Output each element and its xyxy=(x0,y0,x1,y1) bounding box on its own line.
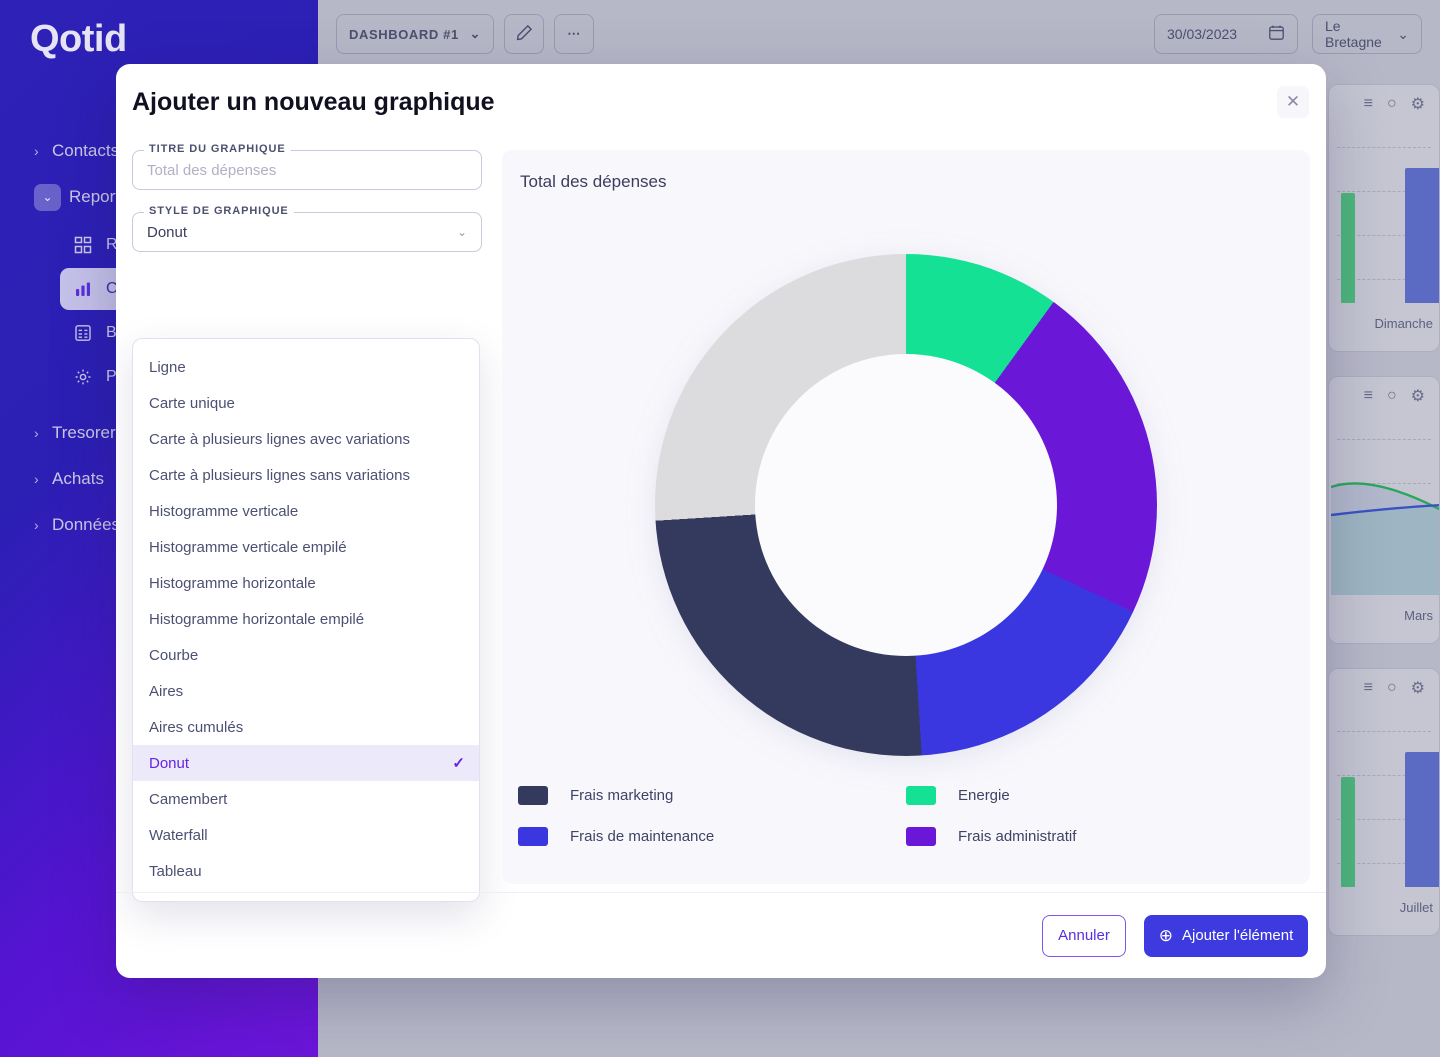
dropdown-option-label: Donut xyxy=(149,755,189,772)
chart-form: TITRE DU GRAPHIQUE Total des dépenses ST… xyxy=(132,150,482,274)
chart-legend: Frais marketing Energie Frais de maintenan… xyxy=(518,786,1294,846)
dropdown-option[interactable]: Aires cumulés xyxy=(133,709,479,745)
dropdown-option[interactable]: Waterfall xyxy=(133,817,479,853)
chart-style-select[interactable]: Donut ⌄ xyxy=(132,212,482,252)
modal-body: TITRE DU GRAPHIQUE Total des dépenses ST… xyxy=(116,150,1326,892)
chart-style-field: STYLE DE GRAPHIQUE Donut ⌄ xyxy=(132,212,482,252)
legend-swatch xyxy=(906,786,936,805)
dropdown-option-label: Camembert xyxy=(149,791,227,808)
dropdown-option-label: Carte à plusieurs lignes avec variations xyxy=(149,431,410,448)
dropdown-option[interactable]: Carte à plusieurs lignes sans variations xyxy=(133,457,479,493)
modal-footer: Annuler ⊕ Ajouter l'élément xyxy=(116,892,1326,978)
legend-swatch xyxy=(906,827,936,846)
chart-title-placeholder: Total des dépenses xyxy=(147,162,276,179)
legend-label: Energie xyxy=(958,787,1010,804)
chart-style-dropdown[interactable]: Ligne Carte unique Carte à plusieurs ligne… xyxy=(132,338,480,902)
dropdown-option[interactable]: Carte à plusieurs lignes avec variations xyxy=(133,421,479,457)
dropdown-option[interactable]: Carte unique xyxy=(133,385,479,421)
dropdown-option-label: Carte unique xyxy=(149,395,235,412)
preview-title: Total des dépenses xyxy=(520,172,667,192)
legend-item: Frais de maintenance xyxy=(518,827,906,846)
legend-swatch xyxy=(518,786,548,805)
dropdown-option[interactable]: Histogramme verticale xyxy=(133,493,479,529)
legend-label: Frais de maintenance xyxy=(570,828,714,845)
dropdown-option[interactable]: Histogramme horizontale xyxy=(133,565,479,601)
legend-item: Frais administratif xyxy=(906,827,1294,846)
donut-chart xyxy=(655,254,1157,756)
chart-preview-panel: Total des dépenses Frais marketing Energi… xyxy=(502,150,1310,884)
dropdown-option[interactable]: Histogramme verticale empilé xyxy=(133,529,479,565)
check-icon: ✓ xyxy=(452,754,465,772)
chart-style-legend: STYLE DE GRAPHIQUE xyxy=(144,205,294,217)
dropdown-option[interactable]: Aires xyxy=(133,673,479,709)
dropdown-option[interactable]: Tableau xyxy=(133,853,479,889)
legend-label: Frais marketing xyxy=(570,787,673,804)
close-icon[interactable]: ✕ xyxy=(1277,86,1309,118)
dropdown-option-label: Histogramme verticale empilé xyxy=(149,539,347,556)
chart-style-value: Donut xyxy=(147,224,187,241)
dropdown-option[interactable]: Camembert xyxy=(133,781,479,817)
chart-title-legend: TITRE DU GRAPHIQUE xyxy=(144,143,291,155)
app-root: Qotid › Contacts ⌄ Reporting xyxy=(0,0,1440,1057)
dropdown-option-label: Aires cumulés xyxy=(149,719,243,736)
modal-title: Ajouter un nouveau graphique xyxy=(132,88,495,117)
legend-label: Frais administratif xyxy=(958,828,1076,845)
dropdown-option-label: Courbe xyxy=(149,647,198,664)
legend-swatch xyxy=(518,827,548,846)
dropdown-option-label: Tableau xyxy=(149,863,202,880)
dropdown-option-label: Carte à plusieurs lignes sans variations xyxy=(149,467,410,484)
chart-title-input[interactable]: Total des dépenses xyxy=(132,150,482,190)
dropdown-option-label: Histogramme horizontale empilé xyxy=(149,611,364,628)
chart-title-field: TITRE DU GRAPHIQUE Total des dépenses xyxy=(132,150,482,190)
dropdown-option-label: Histogramme horizontale xyxy=(149,575,316,592)
cancel-button[interactable]: Annuler xyxy=(1042,915,1126,957)
legend-item: Frais marketing xyxy=(518,786,906,805)
dropdown-option-label: Waterfall xyxy=(149,827,208,844)
dropdown-option[interactable]: Courbe xyxy=(133,637,479,673)
chevron-down-icon: ⌄ xyxy=(457,225,467,239)
legend-item: Energie xyxy=(906,786,1294,805)
add-element-button[interactable]: ⊕ Ajouter l'élément xyxy=(1144,915,1308,957)
dropdown-option-label: Ligne xyxy=(149,359,186,376)
add-chart-modal: Ajouter un nouveau graphique ✕ TITRE DU … xyxy=(116,64,1326,978)
dropdown-option[interactable]: Histogramme horizontale empilé xyxy=(133,601,479,637)
dropdown-option[interactable]: Ligne xyxy=(133,349,479,385)
dropdown-option-label: Histogramme verticale xyxy=(149,503,298,520)
dropdown-option-label: Aires xyxy=(149,683,183,700)
donut-hole xyxy=(755,354,1057,656)
add-element-label: Ajouter l'élément xyxy=(1182,927,1293,944)
dropdown-option[interactable]: Donut ✓ xyxy=(133,745,479,781)
plus-circle-icon: ⊕ xyxy=(1159,927,1173,944)
